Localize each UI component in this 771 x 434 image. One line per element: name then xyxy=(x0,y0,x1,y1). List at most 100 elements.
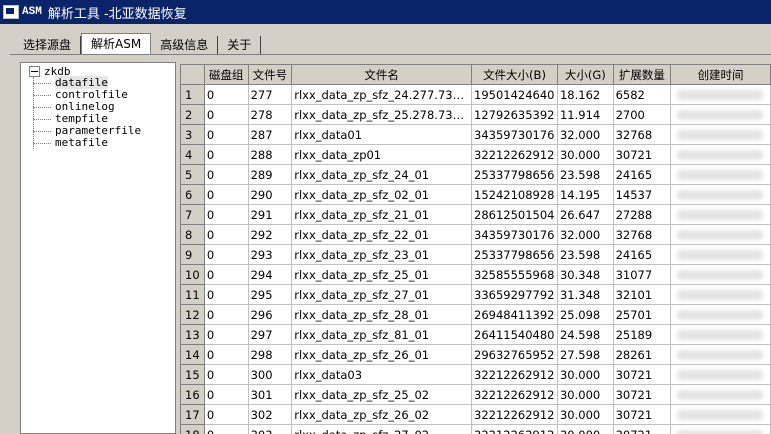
table-row[interactable]: 8 0 292 rlxx_data_zp_sfz_22_01 34359730176 32… xyxy=(180,224,771,245)
extent-count-cell[interactable]: 32101 xyxy=(612,284,672,305)
collapse-icon[interactable] xyxy=(29,66,40,77)
table-row[interactable]: 12 0 296 rlxx_data_zp_sfz_28_01 26948411392 2… xyxy=(180,304,771,325)
extent-count-cell[interactable]: 24165 xyxy=(612,164,672,185)
file-no-cell[interactable]: 287 xyxy=(247,124,293,145)
size-gb-cell[interactable]: 26.647 xyxy=(556,204,614,225)
disk-group-cell[interactable]: 0 xyxy=(203,184,249,205)
col-header-disk-group[interactable]: 磁盘组 xyxy=(203,64,249,85)
file-name-cell[interactable]: rlxx_data_zp_sfz_21_01 xyxy=(291,204,473,225)
file-size-cell[interactable]: 32585555968 xyxy=(471,264,558,285)
size-gb-cell[interactable]: 27.598 xyxy=(556,344,614,365)
size-gb-cell[interactable]: 14.195 xyxy=(556,184,614,205)
file-name-cell[interactable]: rlxx_data_zp_sfz_25.278.73… xyxy=(291,104,473,125)
table-row[interactable]: 180303rlxx_data_zp_sfz_27_02322122629123… xyxy=(180,424,771,434)
col-header-extent-count[interactable]: 扩展数量 xyxy=(612,64,672,85)
file-no-cell[interactable]: 293 xyxy=(247,244,293,265)
extent-count-cell[interactable]: 25189 xyxy=(612,324,672,345)
file-name-cell[interactable]: rlxx_data_zp_sfz_02_01 xyxy=(291,184,473,205)
create-time-cell[interactable] xyxy=(670,224,771,245)
extent-count-cell[interactable]: 6582 xyxy=(612,84,672,105)
size-gb-cell[interactable]: 24.598 xyxy=(556,324,614,345)
extent-count-cell[interactable]: 14537 xyxy=(612,184,672,205)
disk-group-cell[interactable]: 0 xyxy=(203,104,249,125)
file-size-cell[interactable]: 26948411392 xyxy=(471,304,558,325)
create-time-cell[interactable] xyxy=(670,344,771,365)
col-header-file-no[interactable]: 文件号 xyxy=(247,64,293,85)
create-time-cell[interactable] xyxy=(670,144,771,165)
file-size-cell[interactable]: 33659297792 xyxy=(471,284,558,305)
tab-advanced-info[interactable]: 高级信息 xyxy=(151,36,219,54)
file-no-cell[interactable]: 289 xyxy=(247,164,293,185)
table-row[interactable]: 2 0 278 rlxx_data_zp_sfz_25.278.73… 12792635… xyxy=(180,104,771,125)
file-no-cell[interactable]: 294 xyxy=(247,264,293,285)
size-gb-cell[interactable]: 31.348 xyxy=(556,284,614,305)
file-no-cell[interactable]: 300 xyxy=(247,364,293,385)
file-name-cell[interactable]: rlxx_data_zp_sfz_81_01 xyxy=(291,324,473,345)
extent-count-cell[interactable]: 30721 xyxy=(612,404,672,425)
table-row[interactable]: 4 0 288 rlxx_data_zp01 32212262912 30.000 3072… xyxy=(180,144,771,165)
size-gb-cell[interactable]: 30.000 xyxy=(556,404,614,425)
table-row[interactable]: 13 0 297 rlxx_data_zp_sfz_81_01 26411540480 2… xyxy=(180,324,771,345)
extent-count-cell[interactable]: 25701 xyxy=(612,304,672,325)
file-no-cell[interactable]: 295 xyxy=(247,284,293,305)
disk-group-cell[interactable]: 0 xyxy=(203,324,249,345)
create-time-cell[interactable] xyxy=(670,184,771,205)
extent-count-cell[interactable]: 30721 xyxy=(612,424,672,434)
file-name-cell[interactable]: rlxx_data_zp_sfz_26_02 xyxy=(291,404,473,425)
size-gb-cell[interactable]: 23.598 xyxy=(556,244,614,265)
table-row[interactable]: 6 0 290 rlxx_data_zp_sfz_02_01 15242108928 14… xyxy=(180,184,771,205)
create-time-cell[interactable] xyxy=(670,84,771,105)
file-size-cell[interactable]: 29632765952 xyxy=(471,344,558,365)
file-name-cell[interactable]: rlxx_data_zp01 xyxy=(291,144,473,165)
file-size-cell[interactable]: 12792635392 xyxy=(471,104,558,125)
file-name-cell[interactable]: rlxx_data_zp_sfz_24_01 xyxy=(291,164,473,185)
disk-group-cell[interactable]: 0 xyxy=(203,384,249,405)
file-name-cell[interactable]: rlxx_data_zp_sfz_22_01 xyxy=(291,224,473,245)
col-header-create-time[interactable]: 创建时间 xyxy=(670,64,771,85)
table-row[interactable]: 14 0 298 rlxx_data_zp_sfz_26_01 29632765952 2… xyxy=(180,344,771,365)
size-gb-cell[interactable]: 30.348 xyxy=(556,264,614,285)
table-row[interactable]: 16 0 301 rlxx_data_zp_sfz_25_02 32212262912 3… xyxy=(180,384,771,405)
file-size-cell[interactable]: 19501424640 xyxy=(471,84,558,105)
file-name-cell[interactable]: rlxx_data_zp_sfz_27_02 xyxy=(291,424,473,434)
size-gb-cell[interactable]: 30.000 xyxy=(556,424,614,434)
size-gb-cell[interactable]: 23.598 xyxy=(556,164,614,185)
create-time-cell[interactable] xyxy=(670,204,771,225)
disk-group-cell[interactable]: 0 xyxy=(203,84,249,105)
tab-select-source[interactable]: 选择源盘 xyxy=(14,36,82,54)
file-name-cell[interactable]: rlxx_data03 xyxy=(291,364,473,385)
create-time-cell[interactable] xyxy=(670,164,771,185)
file-size-cell[interactable]: 32212262912 xyxy=(471,384,558,405)
create-time-cell[interactable] xyxy=(670,264,771,285)
size-gb-cell[interactable]: 30.000 xyxy=(556,144,614,165)
table-row[interactable]: 15 0 300 rlxx_data03 32212262912 30.000 30721 xyxy=(180,364,771,385)
file-name-cell[interactable]: rlxx_data_zp_sfz_26_01 xyxy=(291,344,473,365)
file-no-cell[interactable]: 297 xyxy=(247,324,293,345)
size-gb-cell[interactable]: 25.098 xyxy=(556,304,614,325)
size-gb-cell[interactable]: 32.000 xyxy=(556,224,614,245)
size-gb-cell[interactable]: 11.914 xyxy=(556,104,614,125)
file-size-cell[interactable]: 32212262912 xyxy=(471,404,558,425)
extent-count-cell[interactable]: 31077 xyxy=(612,264,672,285)
create-time-cell[interactable] xyxy=(670,384,771,405)
file-table[interactable]: 磁盘组 文件号 文件名 文件大小(B) 大小(G) 扩展数量 创建时间 1 0 27… xyxy=(180,64,771,434)
size-gb-cell[interactable]: 32.000 xyxy=(556,124,614,145)
file-size-cell[interactable]: 32212262912 xyxy=(471,144,558,165)
table-row[interactable]: 5 0 289 rlxx_data_zp_sfz_24_01 25337798656 23… xyxy=(180,164,771,185)
file-no-cell[interactable]: 288 xyxy=(247,144,293,165)
table-row[interactable]: 10 0 294 rlxx_data_zp_sfz_25_01 32585555968 3… xyxy=(180,264,771,285)
disk-group-cell[interactable]: 0 xyxy=(203,124,249,145)
size-gb-cell[interactable]: 30.000 xyxy=(556,364,614,385)
size-gb-cell[interactable]: 30.000 xyxy=(556,384,614,405)
create-time-cell[interactable] xyxy=(670,284,771,305)
file-size-cell[interactable]: 15242108928 xyxy=(471,184,558,205)
extent-count-cell[interactable]: 32768 xyxy=(612,224,672,245)
file-size-cell[interactable]: 25337798656 xyxy=(471,164,558,185)
table-row[interactable]: 9 0 293 rlxx_data_zp_sfz_23_01 25337798656 23… xyxy=(180,244,771,265)
create-time-cell[interactable] xyxy=(670,404,771,425)
extent-count-cell[interactable]: 32768 xyxy=(612,124,672,145)
tab-parse-asm[interactable]: 解析ASM xyxy=(81,33,152,54)
table-row[interactable]: 17 0 302 rlxx_data_zp_sfz_26_02 32212262912 3… xyxy=(180,404,771,425)
create-time-cell[interactable] xyxy=(670,364,771,385)
disk-group-cell[interactable]: 0 xyxy=(203,144,249,165)
